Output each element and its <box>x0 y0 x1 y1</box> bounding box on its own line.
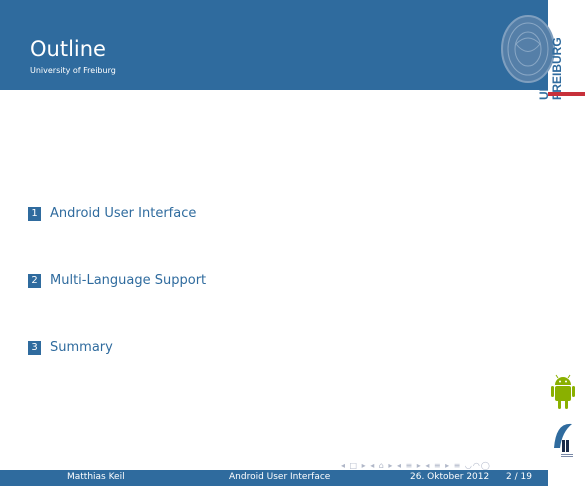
uni-freiburg-logo: UNI FREIBURG <box>537 37 563 100</box>
institute-logo-icon <box>554 423 573 457</box>
footer-title: Android User Interface <box>229 472 331 482</box>
slide-footer: Matthias Keil Android User Interface 26.… <box>0 470 548 486</box>
outline-number: 2 <box>28 273 41 288</box>
outline-item-3[interactable]: 3 Summary <box>28 340 113 355</box>
slide-header: Outline University of Freiburg <box>0 0 548 90</box>
slide-title: Outline <box>30 37 106 61</box>
outline-label: Multi-Language Support <box>50 273 207 288</box>
slide-subtitle: University of Freiburg <box>30 66 116 75</box>
logo-line-freiburg: FREIBURG <box>550 37 563 100</box>
outline-label: Android User Interface <box>50 206 197 221</box>
logo-line-uni: UNI <box>537 79 551 100</box>
beamer-navigation-controls[interactable]: ◂ □ ▸ ◂ ⌂ ▸ ◂ ≡ ▸ ◂ ≡ ▸ ≡ ◡◠◯ <box>341 461 491 470</box>
outline-label: Summary <box>50 340 113 355</box>
footer-date: 26. Oktober 2012 <box>410 472 490 482</box>
accent-divider <box>548 92 585 96</box>
android-robot-icon <box>551 374 575 409</box>
outline-number: 3 <box>28 340 41 355</box>
footer-page-number: 2 / 19 <box>506 472 532 482</box>
footer-author: Matthias Keil <box>67 472 125 482</box>
outline-item-1[interactable]: 1 Android User Interface <box>28 206 196 221</box>
outline-number: 1 <box>28 206 41 221</box>
outline-item-2[interactable]: 2 Multi-Language Support <box>28 273 206 288</box>
